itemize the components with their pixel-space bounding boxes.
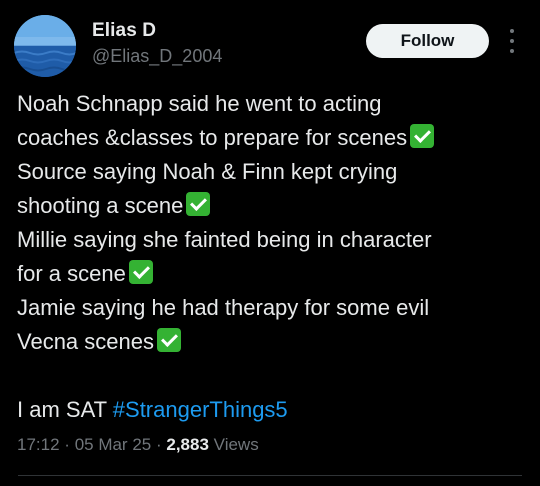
meta-separator: · <box>64 435 70 454</box>
more-dot <box>510 49 514 53</box>
views-count: 2,883 <box>166 435 209 454</box>
check-mark-icon <box>410 124 435 148</box>
check-mark-icon <box>128 260 153 284</box>
author-handle[interactable]: @Elias_D_2004 <box>92 46 222 67</box>
tweet-line: for a scene <box>17 257 527 291</box>
divider <box>18 475 522 476</box>
tweet-line: Noah Schnapp said he went to acting <box>17 91 382 116</box>
tweet-meta: 17:12 · 05 Mar 25 · 2,883 Views <box>17 435 259 455</box>
tweet-line: Millie saying she fainted being in chara… <box>17 227 432 252</box>
tweet-line: Source saying Noah & Finn kept crying <box>17 159 398 184</box>
more-dot <box>510 29 514 33</box>
meta-separator: · <box>155 435 162 454</box>
more-vertical-icon[interactable] <box>506 29 518 53</box>
author-name[interactable]: Elias D <box>92 20 156 42</box>
tweet-line: Jamie saying he had therapy for some evi… <box>17 295 430 320</box>
tweet-line: coaches &classes to prepare for scenes <box>17 121 527 155</box>
check-mark-icon <box>156 328 181 352</box>
tweet-time[interactable]: 17:12 <box>17 435 60 454</box>
ocean-horizon-icon <box>14 15 76 77</box>
follow-button[interactable]: Follow <box>366 24 489 58</box>
more-dot <box>510 39 514 43</box>
tweet-line: shooting a scene <box>17 189 527 223</box>
hashtag-link[interactable]: #StrangerThings5 <box>113 397 288 422</box>
tweet-text: Noah Schnapp said he went to acting coac… <box>17 87 527 427</box>
check-mark-icon <box>186 192 211 216</box>
tweet-card: Elias D @Elias_D_2004 Follow Noah Schnap… <box>0 0 540 486</box>
tweet-date[interactable]: 05 Mar 25 <box>75 435 152 454</box>
views-label: Views <box>213 435 259 454</box>
tweet-line: I am SAT #StrangerThings5 <box>17 397 288 422</box>
author-avatar[interactable] <box>14 15 76 77</box>
tweet-line: Vecna scenes <box>17 325 527 359</box>
